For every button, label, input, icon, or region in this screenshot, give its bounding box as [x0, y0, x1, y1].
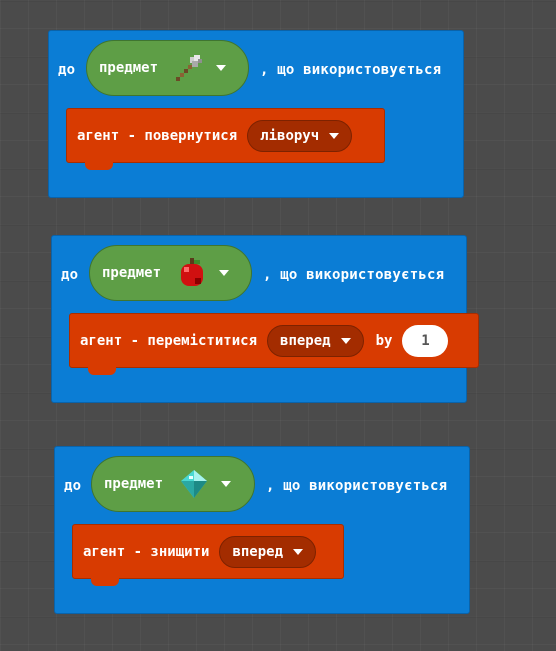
diamond-icon	[177, 467, 211, 501]
chevron-down-icon	[216, 65, 227, 71]
used-label: , що використовується	[263, 267, 445, 283]
chevron-down-icon	[329, 132, 340, 139]
block-notch	[85, 162, 113, 170]
direction-value: вперед	[280, 332, 331, 349]
event-block-apple[interactable]: до предмет , що використовується агент -…	[51, 235, 479, 403]
direction-value: вперед	[232, 543, 284, 560]
direction-dropdown[interactable]: вперед	[219, 535, 317, 568]
item-selector-diamond[interactable]: предмет	[91, 456, 255, 512]
agent-turn-label: агент - повернутися	[77, 127, 238, 144]
do-label: до	[61, 267, 79, 283]
shovel-icon	[172, 51, 206, 85]
item-label: предмет	[102, 265, 162, 281]
direction-dropdown[interactable]: вперед	[267, 324, 364, 357]
used-label: , що використовується	[266, 478, 448, 494]
used-label: , що використовується	[260, 62, 442, 78]
chevron-down-icon	[221, 481, 232, 487]
event-block-shovel[interactable]: до предмет , що використовується агент -…	[48, 30, 464, 198]
chevron-down-icon	[293, 548, 304, 555]
do-label: до	[64, 478, 82, 494]
agent-move-label: агент - переміститися	[80, 332, 258, 349]
item-selector-apple[interactable]: предмет	[89, 245, 252, 301]
block-notch	[88, 367, 116, 375]
by-label: by	[375, 332, 393, 349]
apple-icon	[175, 256, 209, 290]
direction-value: ліворуч	[260, 127, 320, 144]
item-selector-shovel[interactable]: предмет	[86, 40, 249, 96]
direction-dropdown[interactable]: ліворуч	[247, 119, 353, 152]
agent-destroy-command[interactable]: агент - знищити вперед	[72, 524, 344, 586]
event-block-diamond[interactable]: до предмет , що використовується агент -…	[54, 446, 470, 614]
block-notch	[91, 578, 119, 586]
chevron-down-icon	[219, 270, 230, 276]
agent-destroy-label: агент - знищити	[83, 543, 210, 560]
item-label: предмет	[104, 476, 164, 492]
amount-input[interactable]: 1	[402, 324, 449, 357]
item-label: предмет	[99, 60, 159, 76]
agent-turn-command[interactable]: агент - повернутися ліворуч	[66, 108, 385, 170]
agent-move-command[interactable]: агент - переміститися вперед by 1	[69, 313, 479, 375]
chevron-down-icon	[340, 337, 351, 344]
do-label: до	[58, 62, 76, 78]
